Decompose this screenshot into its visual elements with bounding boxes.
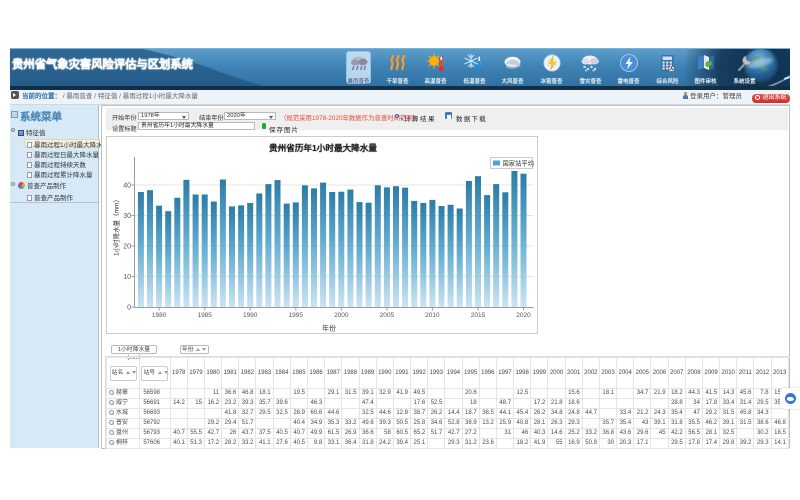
svg-text:2020: 2020: [516, 312, 531, 319]
svg-text:2000: 2000: [334, 312, 349, 319]
svg-text:20: 20: [123, 243, 131, 250]
svg-text:1小时降水量（mm）: 1小时降水量（mm）: [111, 196, 120, 256]
svg-text:0: 0: [127, 304, 131, 311]
svg-text:30: 30: [123, 213, 131, 220]
svg-text:年份: 年份: [322, 324, 336, 333]
svg-text:2005: 2005: [379, 312, 394, 319]
svg-text:10: 10: [123, 274, 131, 281]
svg-text:2010: 2010: [425, 312, 440, 319]
svg-text:2015: 2015: [470, 312, 485, 319]
svg-text:40: 40: [123, 182, 131, 189]
svg-text:1980: 1980: [151, 312, 166, 319]
svg-text:1995: 1995: [288, 312, 303, 319]
svg-text:贵州省历年1小时最大降水量: 贵州省历年1小时最大降水量: [269, 142, 377, 153]
svg-text:1985: 1985: [197, 312, 212, 319]
svg-text:国家站平均: 国家站平均: [502, 159, 533, 168]
svg-text:1990: 1990: [242, 312, 257, 319]
